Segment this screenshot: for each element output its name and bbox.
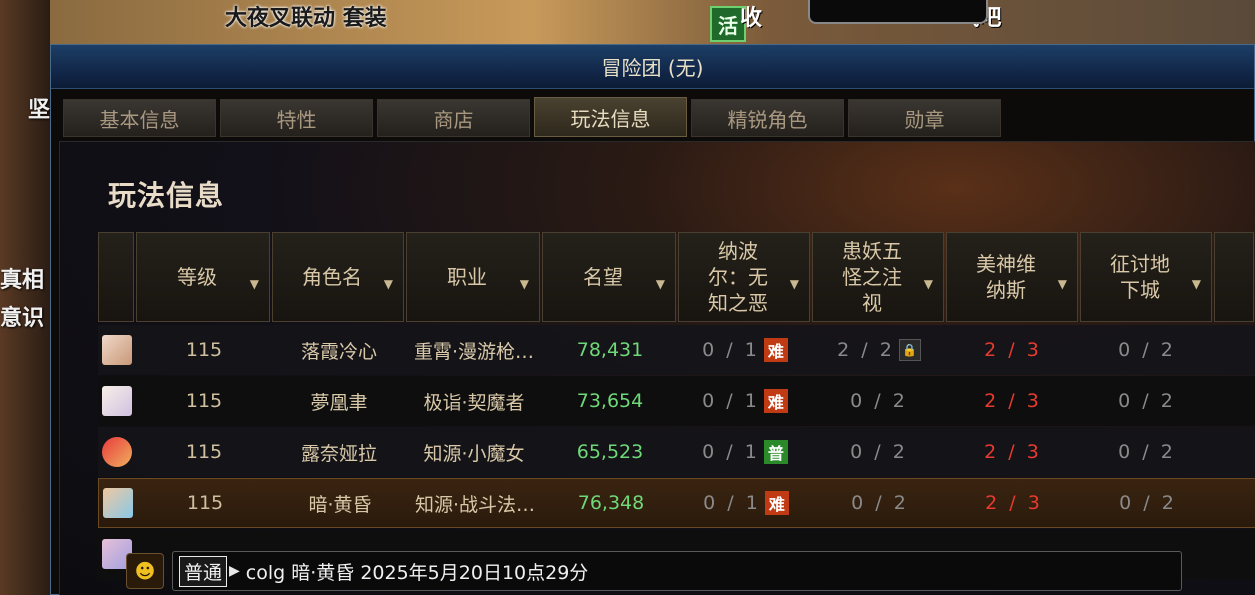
table-row[interactable]: 115 落霞冷心 重霄·漫游枪… 78,431 0 / 1难 2 / 2 🔒 2 …: [98, 325, 1255, 375]
difficulty-badge: 难: [764, 491, 789, 515]
avatar: [102, 437, 132, 467]
table-row-selected[interactable]: 115 暗·黄昏 知源·战斗法… 76,348 0 / 1难 0 / 2 2 /…: [98, 478, 1255, 528]
character-table: 等级 ▼ 角色名 ▼ 职业 ▼ 名望 ▼ 纳波尔：无知之恶 ▼ 患妖五怪之注视 ▼: [98, 232, 1255, 579]
difficulty-badge: 难: [763, 338, 788, 362]
cell-dungeon-2: 0 / 2: [850, 390, 908, 412]
tab-traits[interactable]: 特性: [220, 99, 373, 137]
cell-dungeon-3: 2 / 3: [984, 339, 1042, 361]
cell-dungeon-2: 0 / 2: [850, 441, 908, 463]
header-job[interactable]: 职业 ▼: [406, 232, 540, 322]
sort-arrow-icon: ▼: [655, 277, 665, 291]
cell-fame: 73,654: [576, 390, 644, 412]
table-row[interactable]: 115 夢凰聿 极诣·契魔者 73,654 0 / 1难 0 / 2 2 / 3…: [98, 376, 1255, 426]
avatar: [102, 335, 132, 365]
window-titlebar[interactable]: 冒险团 (无): [51, 45, 1254, 89]
cell-level: 115: [186, 492, 224, 514]
window-title: 冒险团 (无): [601, 56, 704, 80]
promo-text: 大夜叉联动 套装: [225, 6, 387, 31]
adventure-group-window: 冒险团 (无) 基本信息 特性 商店 玩法信息 精锐角色 勋章 玩法信息 等级 ▼…: [50, 44, 1255, 595]
header-avatar: [98, 232, 134, 322]
cell-job: 极诣·契魔者: [423, 391, 525, 414]
chat-message: colg 暗·黄昏 2025年5月20日10点29分: [245, 561, 589, 584]
chat-message-box[interactable]: 普通 ▶ colg 暗·黄昏 2025年5月20日10点29分: [172, 551, 1182, 591]
game-left-scene: [0, 0, 50, 595]
cell-dungeon-3: 2 / 3: [984, 441, 1042, 463]
header-dungeon-3[interactable]: 美神维纳斯 ▼: [946, 232, 1078, 322]
header-name[interactable]: 角色名 ▼: [272, 232, 404, 322]
header-fame[interactable]: 名望 ▼: [542, 232, 676, 322]
cell-dungeon-2: 2 / 2: [837, 339, 895, 361]
cell-dungeon-4: 0 / 2: [1119, 492, 1177, 514]
side-text-1: 坚: [28, 98, 51, 123]
gameplay-info-panel: 玩法信息 等级 ▼ 角色名 ▼ 职业 ▼ 名望 ▼ 纳波尔：无知之恶 ▼ 患妖五…: [59, 141, 1255, 595]
emoji-icon[interactable]: ☻: [126, 553, 164, 589]
cell-dungeon-3: 2 / 3: [984, 390, 1042, 412]
cell-level: 115: [185, 339, 223, 361]
cell-dungeon-4: 0 / 2: [1118, 339, 1176, 361]
sort-arrow-icon: ▼: [789, 277, 799, 291]
avatar: [102, 386, 132, 416]
header-level[interactable]: 等级 ▼: [136, 232, 270, 322]
sort-arrow-icon: ▼: [249, 277, 259, 291]
header-dungeon-1[interactable]: 纳波尔：无知之恶 ▼: [678, 232, 810, 322]
cell-level: 115: [185, 441, 223, 463]
tab-basic-info[interactable]: 基本信息: [63, 99, 216, 137]
cell-name: 夢凰聿: [310, 391, 368, 414]
tab-elite-characters[interactable]: 精锐角色: [691, 99, 844, 137]
sort-arrow-icon: ▼: [923, 277, 933, 291]
sort-arrow-icon: ▼: [1191, 277, 1201, 291]
cell-dungeon-4: 0 / 2: [1118, 441, 1176, 463]
sort-arrow-icon: ▼: [383, 277, 393, 291]
panel-title: 玩法信息: [108, 179, 225, 212]
cell-fame: 78,431: [576, 339, 644, 361]
tab-medals[interactable]: 勋章: [848, 99, 1001, 137]
difficulty-badge: 难: [763, 389, 788, 413]
table-header: 等级 ▼ 角色名 ▼ 职业 ▼ 名望 ▼ 纳波尔：无知之恶 ▼ 患妖五怪之注视 ▼: [98, 232, 1255, 324]
chat-bar: ☻ 普通 ▶ colg 暗·黄昏 2025年5月20日10点29分: [126, 549, 1182, 591]
cell-dungeon-1: 0 / 1: [702, 441, 760, 463]
chat-channel-label[interactable]: 普通: [179, 555, 228, 587]
sort-arrow-icon: ▼: [519, 277, 529, 291]
lock-icon: 🔒: [898, 339, 921, 361]
header-dungeon-2[interactable]: 患妖五怪之注视 ▼: [812, 232, 944, 322]
cell-level: 115: [185, 390, 223, 412]
cell-dungeon-4: 0 / 2: [1118, 390, 1176, 412]
header-overflow: [1214, 232, 1254, 322]
header-dungeon-4[interactable]: 征讨地下城 ▼: [1080, 232, 1212, 322]
promo-right-a: 收: [740, 6, 763, 31]
side-text-3: 意识: [0, 306, 45, 331]
cell-name: 暗·黄昏: [308, 493, 372, 516]
play-arrow-icon: ▶: [229, 563, 240, 579]
cell-job: 知源·战斗法…: [414, 493, 536, 516]
tab-bar: 基本信息 特性 商店 玩法信息 精锐角色 勋章: [63, 97, 1005, 137]
difficulty-badge: 普: [763, 440, 788, 464]
cell-name: 露奈娅拉: [300, 442, 377, 465]
cell-dungeon-1: 0 / 1: [702, 390, 760, 412]
cell-job: 重霄·漫游枪…: [413, 340, 535, 363]
side-text-2: 真相: [0, 268, 45, 293]
cell-dungeon-2: 0 / 2: [851, 492, 909, 514]
cell-fame: 76,348: [577, 492, 645, 514]
cell-name: 落霞冷心: [300, 340, 377, 363]
cell-dungeon-3: 2 / 3: [985, 492, 1043, 514]
avatar: [103, 488, 133, 518]
speech-bubble: [808, 0, 988, 24]
cell-job: 知源·小魔女: [423, 442, 525, 465]
table-row[interactable]: 115 露奈娅拉 知源·小魔女 65,523 0 / 1普 0 / 2 2 / …: [98, 427, 1255, 477]
sort-arrow-icon: ▼: [1057, 277, 1067, 291]
tab-shop[interactable]: 商店: [377, 99, 530, 137]
tab-gameplay-info[interactable]: 玩法信息: [534, 97, 687, 137]
cell-dungeon-1: 0 / 1: [703, 492, 761, 514]
cell-dungeon-1: 0 / 1: [702, 339, 760, 361]
cell-fame: 65,523: [576, 441, 644, 463]
